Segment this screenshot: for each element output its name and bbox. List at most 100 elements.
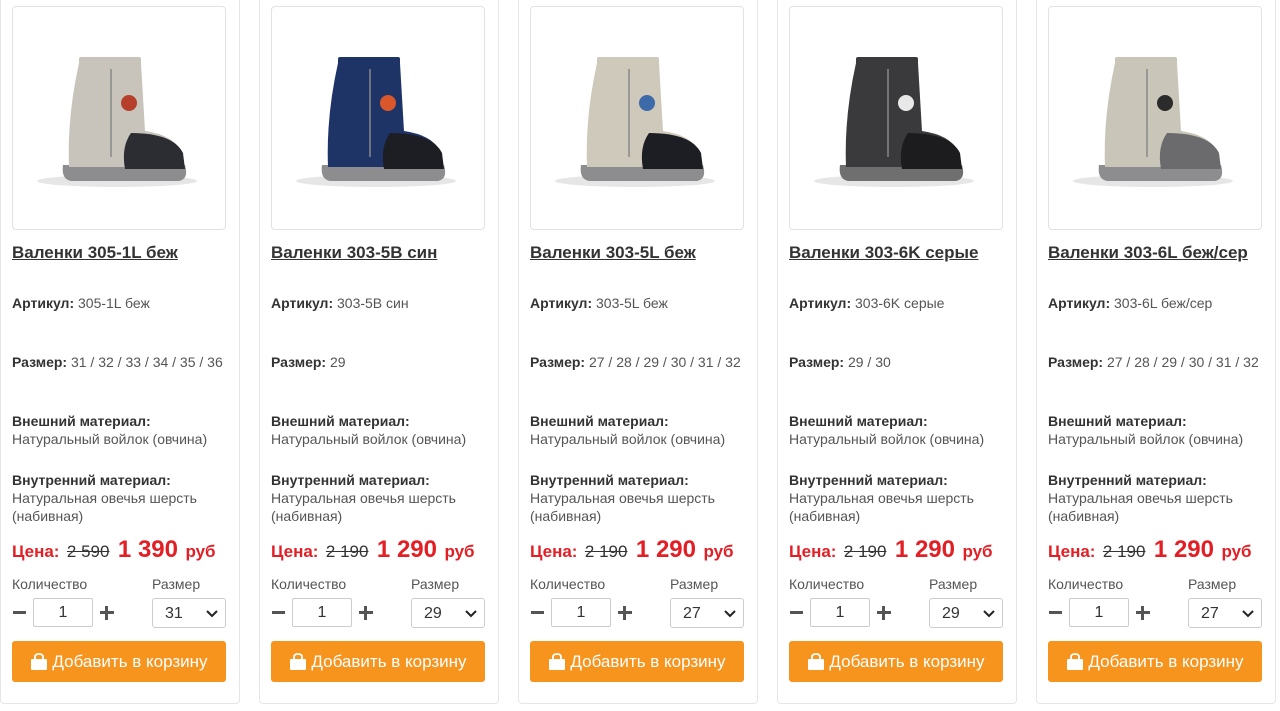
product-title[interactable]: Валенки 303-6K серые xyxy=(789,243,978,263)
outer-material-label: Внешний материал: xyxy=(530,413,669,429)
sizes-value: 29 xyxy=(329,354,346,370)
increase-quantity-button[interactable] xyxy=(617,603,633,621)
price-label: Цена: xyxy=(12,542,60,561)
increase-quantity-button[interactable] xyxy=(1135,603,1151,621)
new-price: 1 390 xyxy=(117,536,178,563)
article-row: Артикул: 305-1L беж xyxy=(12,294,150,312)
old-price: 2 190 xyxy=(584,542,628,561)
size-label: Размер: xyxy=(12,354,68,370)
inner-material-label: Внутренний материал: xyxy=(271,472,430,488)
size-select[interactable]: 29 xyxy=(411,598,485,628)
quantity-input[interactable]: 1 xyxy=(551,598,611,627)
article-label: Артикул: xyxy=(789,295,852,311)
quantity-input[interactable]: 1 xyxy=(810,598,870,627)
outer-material-value: Натуральный войлок (овчина) xyxy=(789,431,985,447)
felt-boot-illustration xyxy=(814,57,974,187)
size-select[interactable]: 31 xyxy=(152,598,226,628)
decrease-quantity-button[interactable] xyxy=(271,603,287,621)
sizes-value: 29 / 30 xyxy=(847,354,891,370)
product-image[interactable] xyxy=(789,6,1003,230)
article-label: Артикул: xyxy=(271,295,334,311)
size-select-label: Размер xyxy=(152,576,201,592)
decrease-quantity-button[interactable] xyxy=(789,603,805,621)
sizes-row: Размер: 27 / 28 / 29 / 30 / 31 / 32 xyxy=(1048,353,1262,371)
increase-quantity-button[interactable] xyxy=(99,603,115,621)
size-label: Размер: xyxy=(530,354,586,370)
product-image[interactable] xyxy=(530,6,744,230)
chevron-down-icon xyxy=(983,610,995,618)
outer-material-label: Внешний материал: xyxy=(1048,413,1187,429)
inner-material-label: Внутренний материал: xyxy=(789,472,948,488)
quantity-input[interactable]: 1 xyxy=(1069,598,1129,627)
size-select[interactable]: 29 xyxy=(929,598,1003,628)
inner-material-label: Внутренний материал: xyxy=(530,472,689,488)
add-to-cart-button[interactable]: Добавить в корзину xyxy=(530,641,744,682)
product-image[interactable] xyxy=(271,6,485,230)
size-label: Размер: xyxy=(1048,354,1104,370)
product-image[interactable] xyxy=(12,6,226,230)
price-label: Цена: xyxy=(1048,542,1096,561)
size-label: Размер: xyxy=(271,354,327,370)
size-select-value: 29 xyxy=(942,605,960,622)
outer-material-row: Внешний материал: Натуральный войлок (ов… xyxy=(789,412,984,448)
product-card: Валенки 303-6L беж/сер Артикул: 303-6L б… xyxy=(1036,0,1276,704)
outer-material-label: Внешний материал: xyxy=(12,413,151,429)
sizes-value: 27 / 28 / 29 / 30 / 31 / 32 xyxy=(1106,354,1259,370)
add-to-cart-label: Добавить в корзину xyxy=(570,651,726,671)
product-title[interactable]: Валенки 305-1L беж xyxy=(12,243,178,263)
quantity-input[interactable]: 1 xyxy=(33,598,93,627)
product-title[interactable]: Валенки 303-5B син xyxy=(271,243,437,263)
size-select-value: 27 xyxy=(683,605,701,622)
shopping-bag-icon xyxy=(31,652,48,670)
article-value: 305-1L беж xyxy=(78,295,150,311)
old-price: 2 190 xyxy=(1102,542,1146,561)
decrease-quantity-button[interactable] xyxy=(530,603,546,621)
size-select[interactable]: 27 xyxy=(670,598,744,628)
add-to-cart-label: Добавить в корзину xyxy=(829,651,985,671)
article-value: 303-6K серые xyxy=(855,295,945,311)
product-title[interactable]: Валенки 303-5L беж xyxy=(530,243,696,263)
shopping-bag-icon xyxy=(290,652,307,670)
old-price: 2 590 xyxy=(66,542,110,561)
product-title[interactable]: Валенки 303-6L беж/сер xyxy=(1048,243,1248,263)
size-select-value: 29 xyxy=(424,605,442,622)
felt-boot-illustration xyxy=(37,57,197,187)
currency: руб xyxy=(703,542,734,561)
add-to-cart-button[interactable]: Добавить в корзину xyxy=(789,641,1003,682)
article-row: Артикул: 303-6L беж/сер xyxy=(1048,294,1212,312)
size-select-label: Размер xyxy=(411,576,460,592)
old-price: 2 190 xyxy=(843,542,887,561)
sizes-value: 31 / 32 / 33 / 34 / 35 / 36 xyxy=(70,354,223,370)
chevron-down-icon xyxy=(724,610,736,618)
price-label: Цена: xyxy=(789,542,837,561)
price-row: Цена: 2 590 1 390 руб xyxy=(12,536,216,564)
increase-quantity-button[interactable] xyxy=(358,603,374,621)
quantity-label: Количество xyxy=(1048,576,1124,592)
price-row: Цена: 2 190 1 290 руб xyxy=(530,536,734,564)
size-select[interactable]: 27 xyxy=(1188,598,1262,628)
article-label: Артикул: xyxy=(12,295,75,311)
decrease-quantity-button[interactable] xyxy=(12,603,28,621)
increase-quantity-button[interactable] xyxy=(876,603,892,621)
inner-material-value: Натуральная овечья шерсть (набивная) xyxy=(271,490,456,524)
chevron-down-icon xyxy=(1242,610,1254,618)
add-to-cart-button[interactable]: Добавить в корзину xyxy=(12,641,226,682)
article-value: 303-5B син xyxy=(337,295,409,311)
add-to-cart-button[interactable]: Добавить в корзину xyxy=(271,641,485,682)
new-price: 1 290 xyxy=(894,536,955,563)
inner-material-row: Внутренний материал: Натуральная овечья … xyxy=(789,471,1002,525)
add-to-cart-button[interactable]: Добавить в корзину xyxy=(1048,641,1262,682)
shopping-bag-icon xyxy=(808,652,825,670)
product-card: Валенки 303-5B син Артикул: 303-5B син Р… xyxy=(259,0,499,704)
add-to-cart-label: Добавить в корзину xyxy=(52,651,208,671)
outer-material-value: Натуральный войлок (овчина) xyxy=(1048,431,1244,447)
decrease-quantity-button[interactable] xyxy=(1048,603,1064,621)
quantity-label: Количество xyxy=(530,576,606,592)
price-row: Цена: 2 190 1 290 руб xyxy=(1048,536,1252,564)
size-label: Размер: xyxy=(789,354,845,370)
outer-material-label: Внешний материал: xyxy=(789,413,928,429)
size-select-value: 31 xyxy=(165,605,183,622)
product-image[interactable] xyxy=(1048,6,1262,230)
size-select-label: Размер xyxy=(929,576,978,592)
quantity-input[interactable]: 1 xyxy=(292,598,352,627)
